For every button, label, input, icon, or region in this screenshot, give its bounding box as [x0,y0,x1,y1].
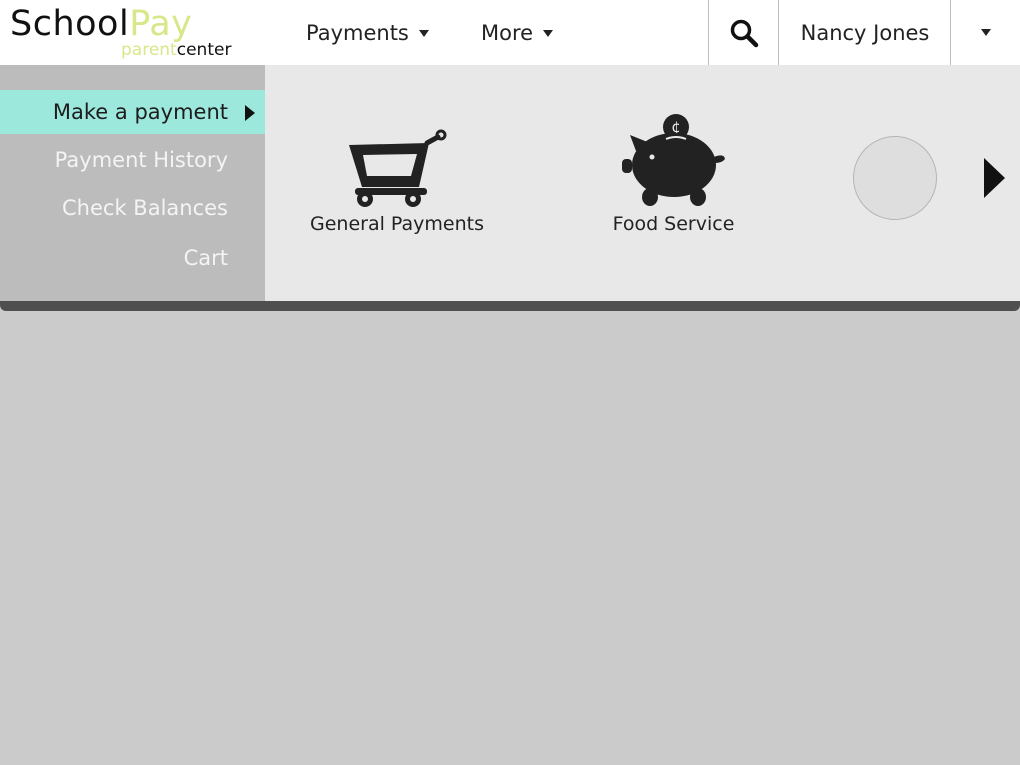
chevron-down-icon [418,30,429,37]
logo-pay: Pay [129,4,193,44]
chevron-down-icon [980,29,991,36]
side-item-label: Check Balances [62,196,228,220]
chevron-down-icon [543,30,554,37]
tile-label: Food Service [612,213,735,235]
side-item-label: Make a payment [52,100,228,124]
logo-subtitle: parentcenter [121,40,231,60]
nav-more-label: More [481,20,534,45]
side-item-label: Payment History [54,148,228,172]
carousel-next-arrow-icon[interactable] [984,158,1005,198]
shopping-cart-icon [349,129,447,207]
side-item-label: Cart [183,246,228,270]
side-item-cart[interactable]: Cart [0,236,265,280]
payments-dropdown-panel: Make a payment Payment History Check Bal… [0,65,1020,301]
chevron-right-icon [245,105,255,121]
schoolpay-logo[interactable]: SchoolPay parentcenter [10,4,240,62]
loading-placeholder-circle [853,136,937,220]
food-service-tile[interactable]: ¢ Food Service [601,113,746,235]
payments-side-menu: Make a payment Payment History Check Bal… [0,65,265,301]
panel-bottom-border [0,301,1020,311]
user-menu-toggle[interactable] [950,0,1020,65]
top-header: SchoolPay parentcenter Payments More Nan… [0,0,1020,65]
payment-options-pane: General Payments ¢ Food Service [265,65,1020,301]
logo-wordmark: SchoolPay [10,4,192,44]
nav-payments-label: Payments [306,20,409,45]
logo-center: center [176,40,232,60]
nav-payments-menu[interactable]: Payments [306,0,429,65]
nav-more-menu[interactable]: More [481,0,554,65]
tile-label: General Payments [310,213,484,235]
piggy-bank-icon: ¢ [621,114,725,206]
search-icon [730,19,758,47]
search-button[interactable] [708,0,779,65]
logo-parent: parent [121,40,177,60]
side-item-check-balances[interactable]: Check Balances [0,186,265,230]
side-item-make-payment[interactable]: Make a payment [0,90,265,134]
user-account-name[interactable]: Nancy Jones [780,0,950,65]
general-payments-tile[interactable]: General Payments [305,113,489,235]
side-item-payment-history[interactable]: Payment History [0,138,265,182]
logo-school: School [10,4,130,44]
